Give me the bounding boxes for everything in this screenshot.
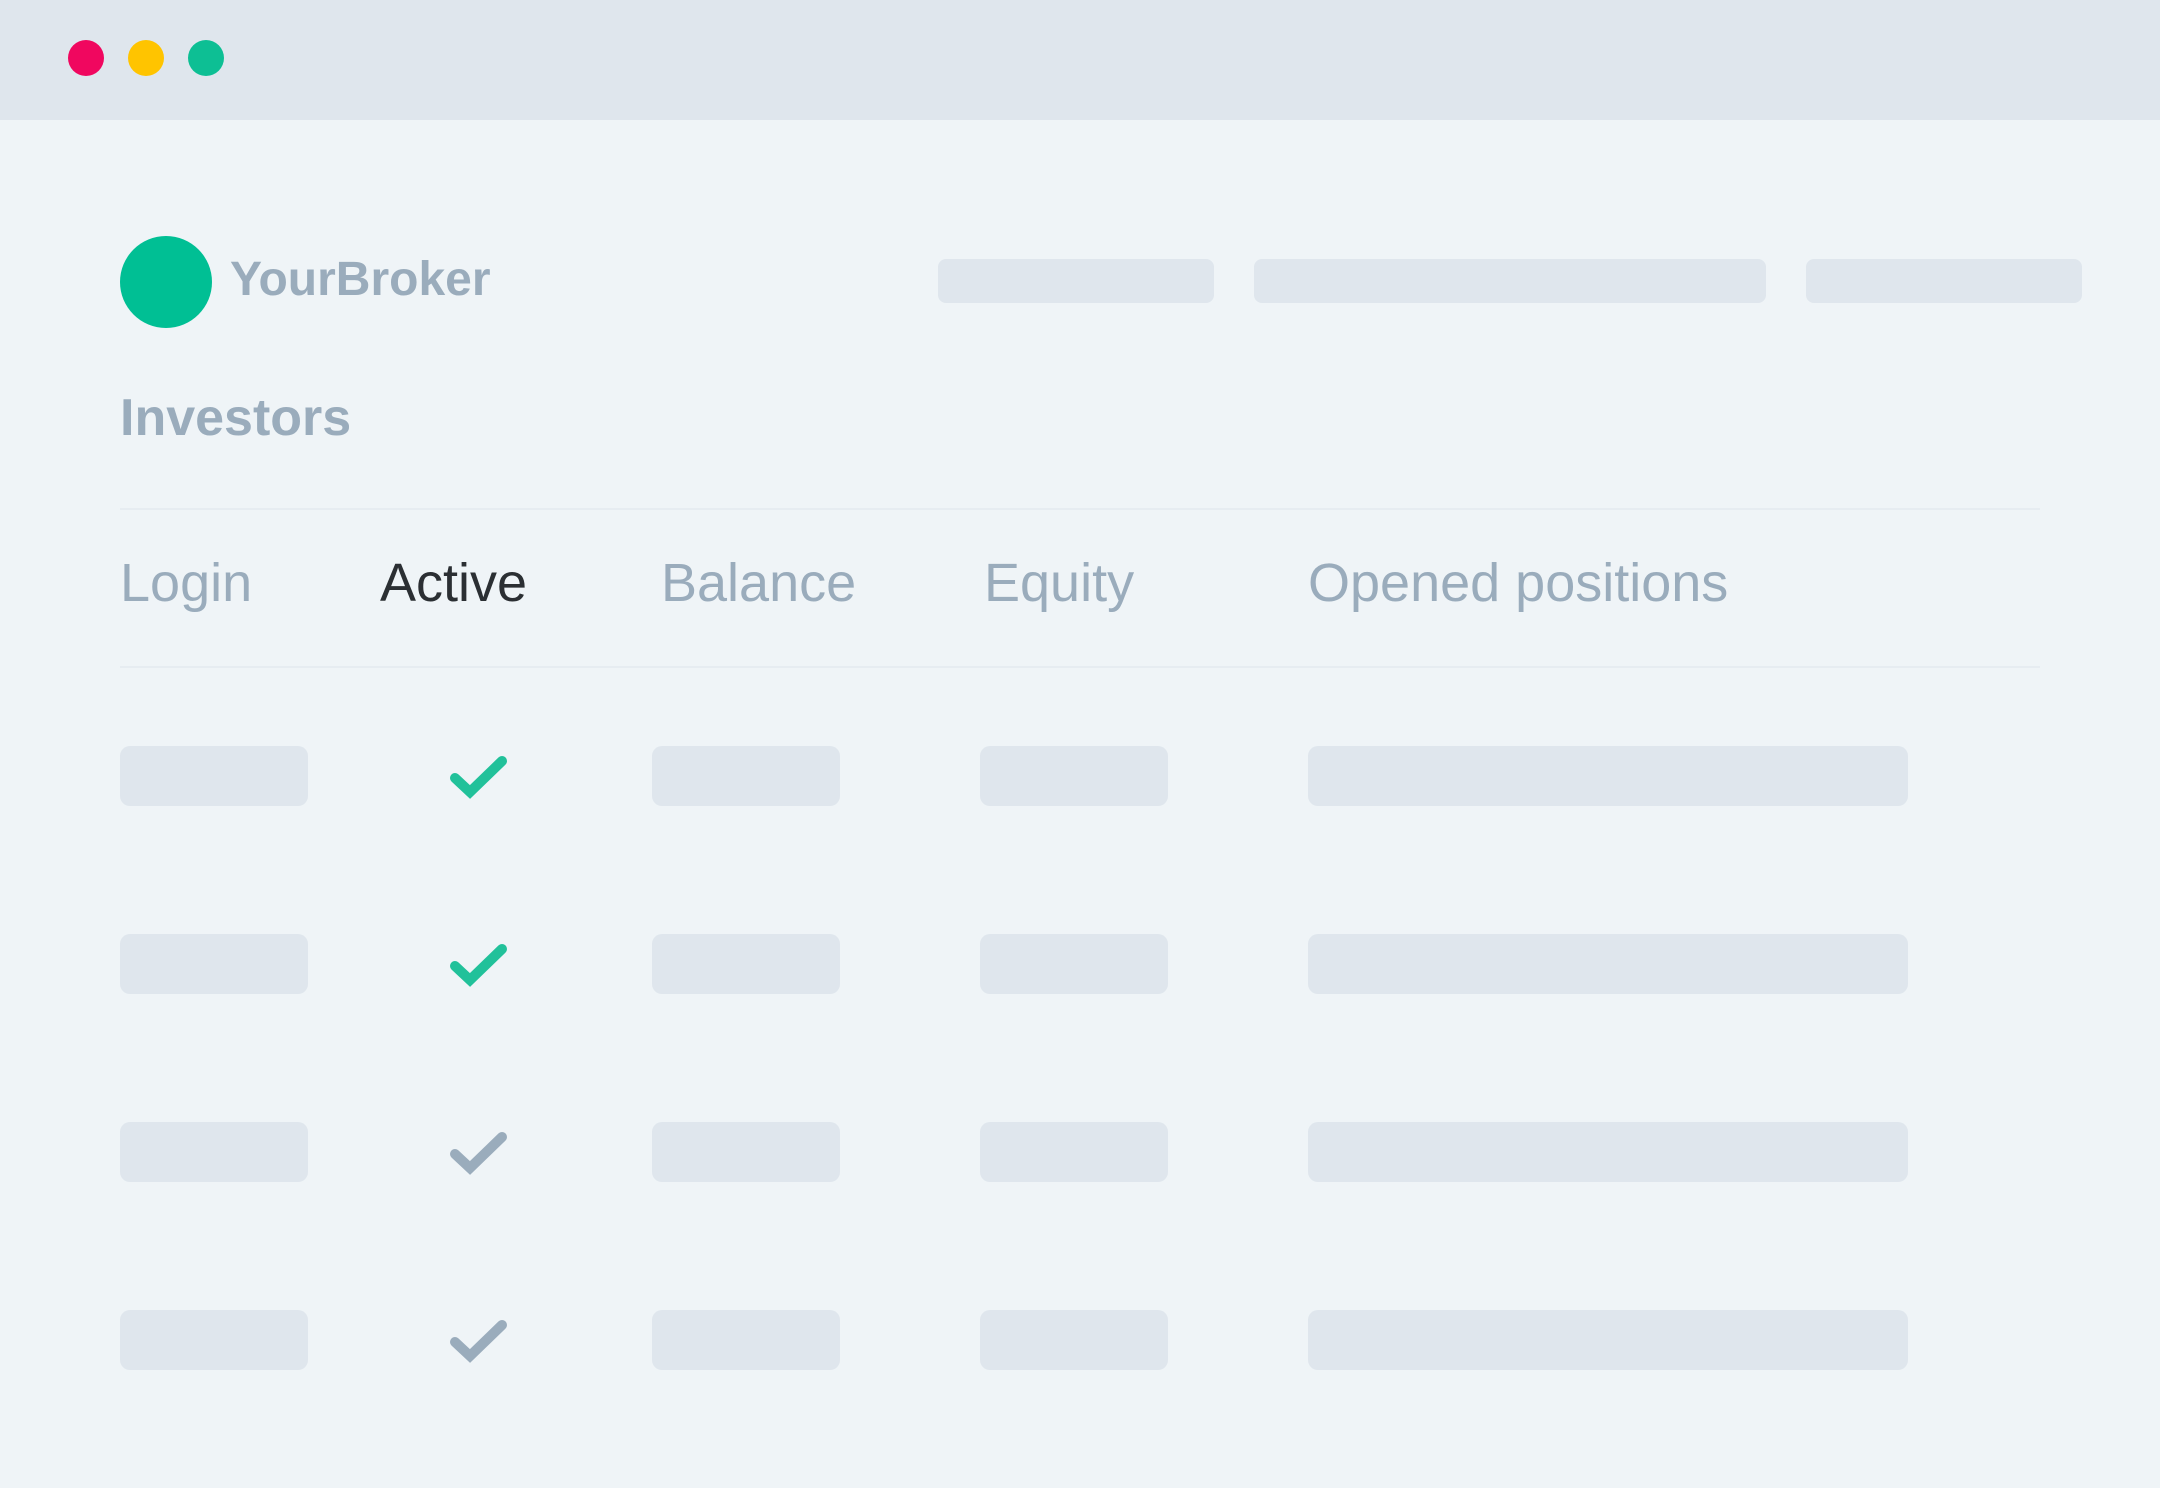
balance-cell-placeholder [652, 1122, 840, 1182]
equity-cell-placeholder [980, 934, 1168, 994]
table-divider-top [120, 508, 2040, 510]
table-row[interactable] [0, 746, 2160, 806]
login-cell-placeholder [120, 1122, 308, 1182]
table-row[interactable] [0, 1122, 2160, 1182]
opened-positions-cell-placeholder [1308, 746, 1908, 806]
checkmark-icon [450, 1132, 507, 1175]
column-header-equity[interactable]: Equity [984, 550, 1134, 616]
login-cell-placeholder [120, 1310, 308, 1370]
brand-name[interactable]: YourBroker [230, 250, 491, 310]
column-header-opened-positions[interactable]: Opened positions [1308, 550, 1728, 616]
page-title: Investors [120, 389, 352, 447]
balance-cell-placeholder [652, 1310, 840, 1370]
column-header-login[interactable]: Login [120, 550, 252, 616]
window-titlebar [0, 0, 2160, 120]
equity-cell-placeholder [980, 1310, 1168, 1370]
close-window-button[interactable] [68, 40, 104, 76]
checkmark-icon [450, 756, 507, 799]
checkmark-icon [450, 944, 507, 987]
balance-cell-placeholder [652, 746, 840, 806]
balance-cell-placeholder [652, 934, 840, 994]
minimize-window-button[interactable] [128, 40, 164, 76]
table-row[interactable] [0, 1310, 2160, 1370]
equity-cell-placeholder [980, 746, 1168, 806]
equity-cell-placeholder [980, 1122, 1168, 1182]
column-header-active[interactable]: Active [380, 550, 527, 616]
login-cell-placeholder [120, 746, 308, 806]
nav-item-placeholder-3[interactable] [1806, 259, 2082, 303]
brand-logo-icon[interactable] [120, 236, 212, 328]
table-divider-bottom [120, 666, 2040, 668]
browser-window: YourBroker Investors Login Active Balanc… [0, 0, 2160, 1488]
opened-positions-cell-placeholder [1308, 1310, 1908, 1370]
opened-positions-cell-placeholder [1308, 934, 1908, 994]
nav-item-placeholder-1[interactable] [938, 259, 1214, 303]
opened-positions-cell-placeholder [1308, 1122, 1908, 1182]
column-header-balance[interactable]: Balance [661, 550, 856, 616]
login-cell-placeholder [120, 934, 308, 994]
checkmark-icon [450, 1320, 507, 1363]
maximize-window-button[interactable] [188, 40, 224, 76]
table-row[interactable] [0, 934, 2160, 994]
nav-item-placeholder-2[interactable] [1254, 259, 1766, 303]
